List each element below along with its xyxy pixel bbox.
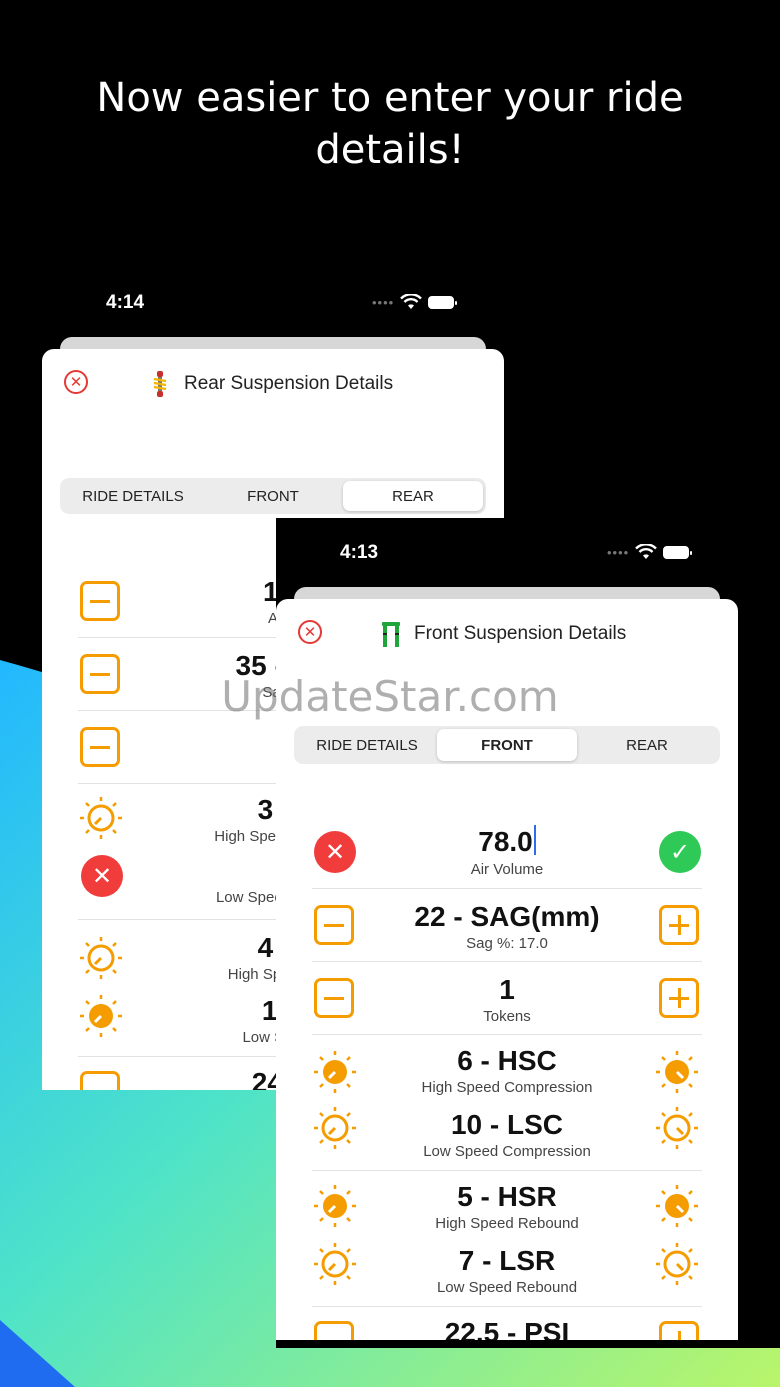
- headline: Now easier to enter your ride details!: [96, 75, 684, 173]
- segmented-control: RIDE DETAILS FRONT REAR: [294, 726, 720, 764]
- battery-icon: [428, 295, 458, 309]
- row-value: 7 - LSR: [458, 1245, 556, 1276]
- hsr-row: 5 - HSR High Speed Rebound: [312, 1171, 702, 1235]
- row-label: Sag %: 17.0: [466, 935, 548, 952]
- dial-icon[interactable]: [654, 1241, 700, 1287]
- status-icons-front: ••••: [607, 544, 693, 560]
- lsr-row: 7 - LSR Low Speed Rebound: [312, 1235, 702, 1307]
- increment-button[interactable]: [659, 978, 699, 1018]
- row-label: High Speed Compression: [421, 1079, 593, 1096]
- tab-ride-details[interactable]: RIDE DETAILS: [297, 729, 437, 761]
- watermark: UpdateStar.com: [221, 672, 559, 721]
- status-time: 4:14: [106, 292, 145, 313]
- row-label: Tokens: [483, 1008, 531, 1025]
- row-value: 22.5 - PSI: [444, 1317, 570, 1340]
- wifi-icon: [635, 544, 658, 559]
- front-rows: ✕ 78.0 Air Volume ✓ 22 - SAG(mm) Sag %: …: [312, 815, 702, 1340]
- sheet-title-text: Rear Suspension Details: [184, 373, 394, 394]
- text-caret: [533, 825, 536, 855]
- row-value: 6 - HSC: [457, 1045, 557, 1076]
- lsc-row: 10 - LSC Low Speed Compression: [312, 1099, 702, 1171]
- psi-row: 22.5 - PSI: [312, 1307, 702, 1340]
- hsc-row: 6 - HSC High Speed Compression: [312, 1035, 702, 1099]
- row-label: Air Volume: [470, 861, 544, 878]
- dial-filled-icon[interactable]: [654, 1049, 700, 1095]
- signal-dots-icon: ••••: [607, 544, 630, 560]
- sag-row: 22 - SAG(mm) Sag %: 17.0: [312, 889, 702, 962]
- row-label: Low Speed Compression: [423, 1143, 591, 1160]
- close-icon[interactable]: ✕: [64, 370, 88, 394]
- segmented-control: RIDE DETAILS FRONT REAR: [60, 478, 486, 514]
- row-label: High Speed Rebound: [435, 1215, 579, 1232]
- tab-front[interactable]: FRONT: [203, 481, 343, 511]
- signal-dots-icon: ••••: [372, 294, 395, 310]
- row-value: 22 - SAG(mm): [414, 901, 600, 932]
- rear-shock-icon: [153, 371, 167, 397]
- dial-filled-icon[interactable]: [654, 1183, 700, 1229]
- tab-front[interactable]: FRONT: [437, 729, 577, 761]
- row-value: 10 - LSC: [450, 1109, 564, 1140]
- status-icons: ••••: [372, 294, 458, 310]
- increment-button[interactable]: [659, 905, 699, 945]
- confirm-button[interactable]: ✓: [659, 831, 701, 873]
- sheet-title: Front Suspension Details: [380, 619, 626, 649]
- status-time-front: 4:13: [340, 542, 379, 563]
- tokens-row: 1 Tokens: [312, 962, 702, 1035]
- row-value: 1: [499, 974, 515, 1005]
- sheet-title: Rear Suspension Details: [148, 370, 393, 398]
- air-volume-row: ✕ 78.0 Air Volume ✓: [312, 815, 702, 889]
- close-icon[interactable]: ✕: [298, 620, 322, 644]
- sheet-title-text: Front Suspension Details: [414, 623, 627, 644]
- row-value: 5 - HSR: [457, 1181, 557, 1212]
- wifi-icon: [400, 294, 423, 309]
- battery-icon: [663, 545, 693, 559]
- row-label: Low Speed Rebound: [436, 1279, 578, 1296]
- fork-icon: [382, 622, 400, 647]
- tab-ride-details[interactable]: RIDE DETAILS: [63, 481, 203, 511]
- air-volume-input[interactable]: 78.0: [312, 825, 702, 858]
- tab-rear[interactable]: REAR: [577, 729, 717, 761]
- air-volume-value: 78.0: [478, 826, 533, 857]
- increment-button[interactable]: [659, 1321, 699, 1340]
- dial-icon[interactable]: [654, 1105, 700, 1151]
- tab-rear[interactable]: REAR: [343, 481, 483, 511]
